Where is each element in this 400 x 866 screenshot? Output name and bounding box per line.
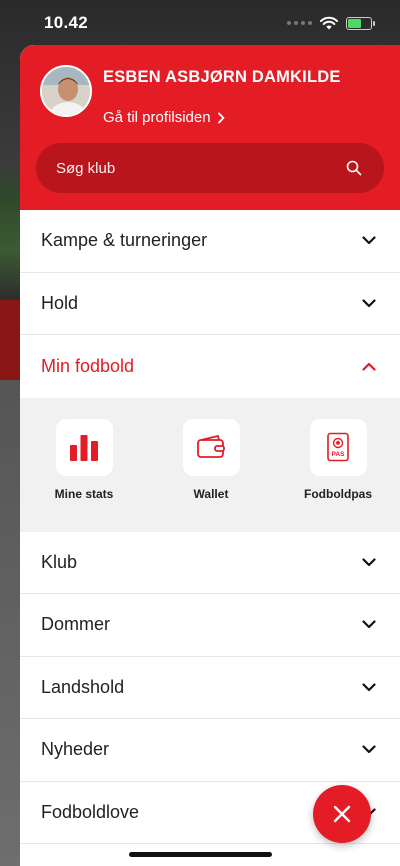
wifi-icon bbox=[320, 16, 338, 30]
submenu-icon-box bbox=[55, 418, 113, 476]
min-fodbold-submenu: Mine stats Wallet PAS Fodboldpas bbox=[20, 397, 400, 532]
menu-item-label: Min fodbold bbox=[41, 355, 135, 376]
football-pass-icon: PAS bbox=[327, 432, 349, 462]
submenu-item-mine-stats[interactable]: Mine stats bbox=[29, 418, 139, 532]
signal-icon bbox=[287, 21, 312, 25]
menu-item-label: Klub bbox=[41, 551, 78, 572]
menu-item-hold[interactable]: Hold bbox=[20, 272, 400, 335]
status-indicators bbox=[287, 16, 375, 30]
menu-item-label: Dommer bbox=[41, 614, 111, 635]
submenu-item-label: Mine stats bbox=[54, 486, 114, 501]
chevron-down-icon bbox=[362, 558, 376, 566]
status-bar: 10.42 bbox=[0, 0, 400, 46]
drawer-header: ESBEN ASBJØRN DAMKILDE Gå til profilside… bbox=[20, 45, 400, 210]
menu-item-landshold[interactable]: Landshold bbox=[20, 656, 400, 719]
search-input[interactable]: Søg klub bbox=[36, 143, 384, 193]
avatar[interactable] bbox=[40, 65, 92, 117]
search-placeholder: Søg klub bbox=[56, 159, 116, 177]
user-name: ESBEN ASBJØRN DAMKILDE bbox=[103, 68, 341, 86]
close-drawer-button[interactable] bbox=[313, 785, 371, 843]
chevron-down-icon bbox=[362, 299, 376, 307]
home-indicator[interactable] bbox=[129, 852, 272, 857]
menu-item-nyheder[interactable]: Nyheder bbox=[20, 719, 400, 782]
close-icon bbox=[333, 805, 351, 823]
pass-badge-text: PAS bbox=[332, 451, 346, 458]
submenu-item-fodboldpas[interactable]: PAS Fodboldpas bbox=[283, 418, 393, 532]
menu-item-kampe-turneringer[interactable]: Kampe & turneringer bbox=[20, 210, 400, 273]
chevron-right-icon bbox=[217, 112, 224, 123]
submenu-item-wallet[interactable]: Wallet bbox=[156, 418, 266, 532]
wallet-icon bbox=[197, 435, 225, 458]
status-time: 10.42 bbox=[44, 13, 89, 32]
avatar-image bbox=[42, 67, 90, 115]
menu-item-klub[interactable]: Klub bbox=[20, 531, 400, 594]
navigation-drawer: ESBEN ASBJØRN DAMKILDE Gå til profilside… bbox=[20, 45, 400, 866]
chevron-down-icon bbox=[362, 683, 376, 691]
menu-item-min-fodbold[interactable]: Min fodbold bbox=[20, 335, 400, 398]
submenu-icon-box bbox=[182, 418, 240, 476]
menu-item-label: Landshold bbox=[41, 676, 125, 697]
submenu-item-label: Fodboldpas bbox=[304, 486, 372, 501]
chevron-down-icon bbox=[362, 745, 376, 754]
menu-item-label: Fodboldlove bbox=[41, 801, 140, 822]
profile-link-label: Gå til profilsiden bbox=[103, 109, 211, 126]
main-menu: Kampe & turneringer Hold Min fodbold Min… bbox=[20, 210, 400, 844]
menu-item-label: Nyheder bbox=[41, 739, 110, 760]
search-icon[interactable] bbox=[346, 160, 362, 176]
menu-item-dommer[interactable]: Dommer bbox=[20, 594, 400, 657]
chevron-down-icon bbox=[362, 620, 376, 629]
profile-link[interactable]: Gå til profilsiden bbox=[103, 109, 225, 126]
submenu-icon-box: PAS bbox=[309, 418, 367, 476]
chevron-down-icon bbox=[362, 236, 376, 245]
bar-chart-icon bbox=[70, 435, 98, 461]
battery-icon bbox=[346, 16, 375, 30]
submenu-item-label: Wallet bbox=[193, 486, 229, 501]
menu-item-label: Hold bbox=[41, 292, 79, 313]
menu-item-label: Kampe & turneringer bbox=[41, 230, 208, 251]
chevron-up-icon bbox=[362, 362, 376, 371]
